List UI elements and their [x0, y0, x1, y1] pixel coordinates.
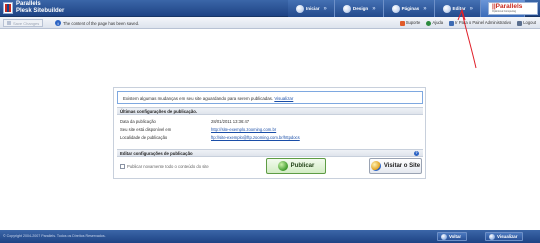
- chevron-right-icon: »: [423, 5, 427, 12]
- save-icon: [7, 21, 11, 25]
- edit-settings-header[interactable]: Editar configurações de publicação ?: [117, 149, 423, 157]
- publish-button[interactable]: Publicar: [266, 158, 326, 174]
- preview-arrow-icon: [489, 233, 495, 240]
- republish-checkbox[interactable]: [120, 164, 125, 169]
- notice-text: Existem algumas mudanças em seu site agu…: [123, 96, 274, 101]
- toolbar: Save Changes i The content of the page h…: [0, 17, 540, 29]
- preview-label: Visualizar: [497, 234, 518, 239]
- chevron-right-icon: »: [323, 5, 327, 12]
- footer-bar: © Copyright 2004-2007 Parallels. Todos o…: [0, 230, 540, 243]
- publish-globe-icon: [277, 161, 288, 171]
- back-label: Voltar: [449, 234, 462, 239]
- parallels-logo-name: ||Parallels: [492, 3, 523, 10]
- help-label: Ajuda: [432, 20, 444, 26]
- step-label: Iniciar: [306, 6, 320, 11]
- step-label: Design: [352, 6, 369, 11]
- status-message-text: The content of the page has been saved.: [63, 20, 140, 26]
- brand-line-1: Parallels: [16, 1, 41, 7]
- preview-link[interactable]: Visualizar: [274, 96, 293, 101]
- edit-settings-label: Editar configurações de publicação: [120, 151, 193, 156]
- step-paginas[interactable]: Páginas »: [383, 0, 435, 17]
- publish-location-label: Localidade de publicação: [120, 135, 168, 140]
- info-icon: i: [55, 20, 61, 26]
- logout-link[interactable]: Logout: [517, 20, 536, 26]
- step-editar[interactable]: Editar »: [434, 0, 481, 17]
- parallels-logo-tagline: Optimized Computing: [492, 10, 517, 13]
- copyright-text: © Copyright 2004-2007 Parallels. Todos o…: [3, 234, 106, 238]
- support-link[interactable]: Suporte: [399, 20, 421, 26]
- back-button[interactable]: Voltar: [437, 232, 468, 241]
- publish-panel: Existem algumas mudanças em seu site agu…: [113, 87, 426, 179]
- step-label: Páginas: [401, 6, 420, 11]
- chevron-right-icon: »: [372, 5, 376, 12]
- step-design[interactable]: Design »: [334, 0, 384, 17]
- publish-button-label: Publicar: [290, 163, 315, 169]
- help-icon[interactable]: ?: [414, 151, 419, 156]
- pending-changes-notice: Existem algumas mudanças em seu site agu…: [117, 91, 423, 104]
- save-changes-label: Save Changes: [13, 20, 40, 26]
- preview-button[interactable]: Visualizar: [485, 232, 524, 241]
- globe-icon: [370, 161, 381, 171]
- step-iniciar[interactable]: Iniciar »: [288, 0, 335, 17]
- publish-location-link[interactable]: ftp://site-exemplo@ftp.zooming.com.br/ht…: [211, 135, 300, 140]
- publish-date-label: Data da publicação: [120, 119, 156, 124]
- chevron-right-icon: »: [469, 5, 473, 12]
- status-message: i The content of the page has been saved…: [55, 19, 139, 27]
- help-link[interactable]: Ajuda: [426, 20, 444, 26]
- last-settings-header: Últimas configurações de publicação.: [117, 107, 423, 115]
- help-icon: [426, 20, 432, 26]
- home-icon: [296, 4, 304, 13]
- site-url-label: Seu site está disponível em: [120, 127, 172, 132]
- admin-panel-link[interactable]: Ir Para o Painel Administrativo: [449, 20, 512, 26]
- brand-line-2: Plesk Sitebuilder: [16, 8, 65, 14]
- republish-label: Publicar novamente todo o conteúdo do si…: [127, 164, 209, 169]
- top-links: Suporte Ajuda Ir Para o Painel Administr…: [399, 19, 536, 27]
- back-arrow-icon: [441, 233, 447, 240]
- header-bar: Parallels Plesk Sitebuilder Iniciar » De…: [0, 0, 540, 17]
- republish-checkbox-row[interactable]: Publicar novamente todo o conteúdo do si…: [120, 164, 209, 169]
- palette-icon: [342, 4, 351, 13]
- logout-icon: [517, 20, 523, 26]
- brand-title: Parallels Plesk Sitebuilder: [16, 1, 64, 15]
- visit-site-label: Visitar o Site: [383, 163, 421, 169]
- pages-icon: [391, 4, 400, 13]
- support-icon: [399, 20, 405, 26]
- edit-icon: [442, 4, 451, 13]
- visit-site-button[interactable]: Visitar o Site: [369, 158, 422, 174]
- site-url-link[interactable]: http://site-exemplo.zooming.com.br: [211, 127, 276, 132]
- publish-date-value: 28/01/2011 13:36:47: [211, 119, 250, 124]
- support-label: Suporte: [405, 20, 421, 26]
- logout-label: Logout: [523, 20, 536, 26]
- parallels-logo: ||Parallels Optimized Computing: [488, 2, 538, 15]
- save-changes-button[interactable]: Save Changes: [3, 19, 44, 27]
- admin-icon: [449, 20, 455, 26]
- admin-panel-label: Ir Para o Painel Administrativo: [455, 20, 512, 26]
- plesk-logo-icon: [3, 2, 13, 14]
- step-label: Editar: [452, 6, 466, 11]
